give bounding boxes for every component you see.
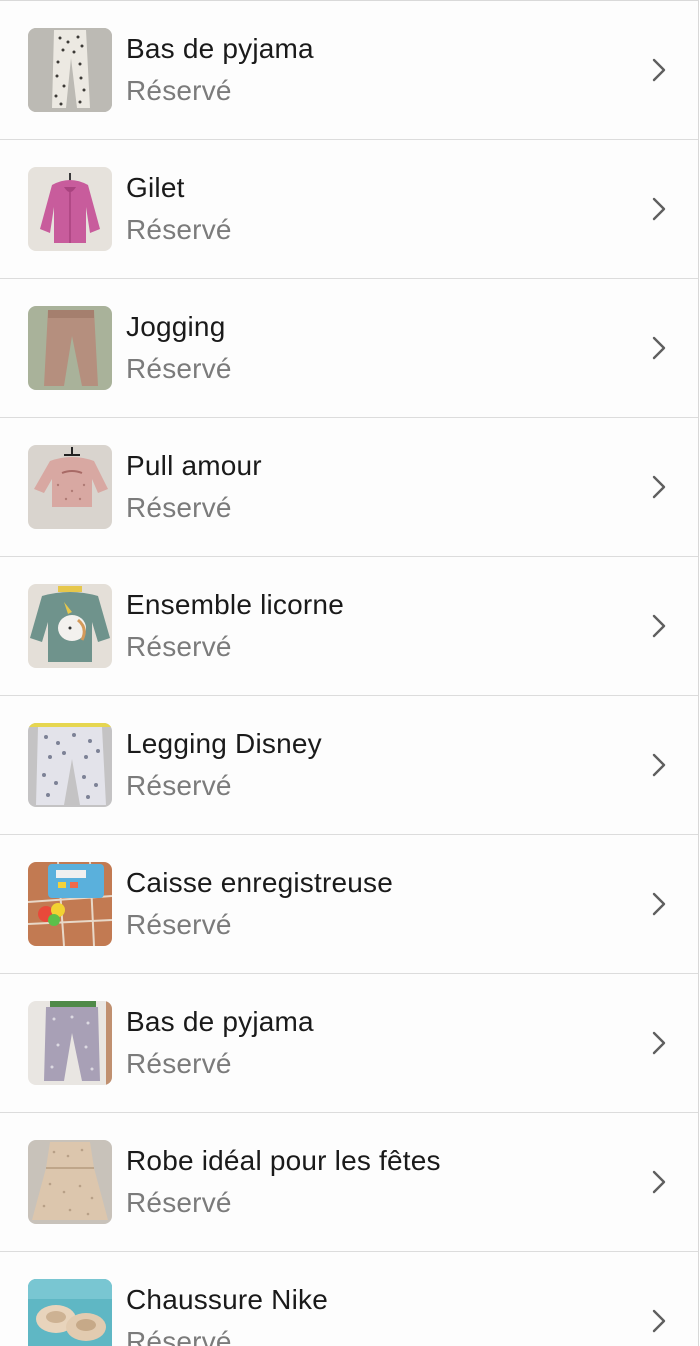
list-item[interactable]: Pull amour Réservé (0, 418, 698, 557)
item-title: Gilet (126, 172, 185, 203)
chevron-right-icon (652, 475, 666, 499)
item-status: Réservé (126, 492, 232, 523)
list-item[interactable]: Gilet Réservé (0, 140, 698, 279)
item-title: Caisse enregistreuse (126, 867, 394, 898)
item-status: Réservé (126, 770, 232, 801)
list-item[interactable]: Robe idéal pour les fêtes Réservé (0, 1113, 698, 1252)
item-thumbnail (28, 723, 112, 807)
item-status: Réservé (126, 631, 232, 662)
list-item[interactable]: Chaussure Nike Réservé (0, 1252, 698, 1346)
item-title: Chaussure Nike (126, 1284, 328, 1315)
item-status: Réservé (126, 214, 232, 245)
reserved-items-screen: Bas de pyjama Réservé Gilet Réservé Jogg… (0, 0, 699, 1346)
chevron-right-icon (652, 1309, 666, 1333)
item-thumbnail (28, 862, 112, 946)
chevron-right-icon (652, 58, 666, 82)
item-title: Pull amour (126, 450, 262, 481)
item-title: Bas de pyjama (126, 1006, 314, 1037)
item-thumbnail (28, 1001, 112, 1085)
chevron-right-icon (652, 336, 666, 360)
list-item[interactable]: Bas de pyjama Réservé (0, 1, 698, 140)
chevron-right-icon (652, 1170, 666, 1194)
list-item[interactable]: Caisse enregistreuse Réservé (0, 835, 698, 974)
item-thumbnail (28, 306, 112, 390)
chevron-right-icon (652, 1031, 666, 1055)
list-item[interactable]: Legging Disney Réservé (0, 696, 698, 835)
item-thumbnail (28, 28, 112, 112)
item-status: Réservé (126, 909, 232, 940)
item-thumbnail (28, 584, 112, 668)
item-title: Legging Disney (126, 728, 322, 759)
item-status: Réservé (126, 1048, 232, 1079)
item-title: Robe idéal pour les fêtes (126, 1145, 441, 1176)
item-status: Réservé (126, 75, 232, 106)
list-item[interactable]: Ensemble licorne Réservé (0, 557, 698, 696)
list-item[interactable]: Jogging Réservé (0, 279, 698, 418)
item-title: Jogging (126, 311, 226, 342)
chevron-right-icon (652, 614, 666, 638)
list-item[interactable]: Bas de pyjama Réservé (0, 974, 698, 1113)
item-thumbnail (28, 445, 112, 529)
chevron-right-icon (652, 753, 666, 777)
chevron-right-icon (652, 892, 666, 916)
chevron-right-icon (652, 197, 666, 221)
items-list: Bas de pyjama Réservé Gilet Réservé Jogg… (0, 1, 698, 1346)
item-status: Réservé (126, 1187, 232, 1218)
item-title: Bas de pyjama (126, 33, 314, 64)
item-thumbnail (28, 1140, 112, 1224)
item-status: Réservé (126, 353, 232, 384)
item-title: Ensemble licorne (126, 589, 344, 620)
item-thumbnail (28, 1279, 112, 1346)
item-status: Réservé (126, 1326, 232, 1346)
item-thumbnail (28, 167, 112, 251)
